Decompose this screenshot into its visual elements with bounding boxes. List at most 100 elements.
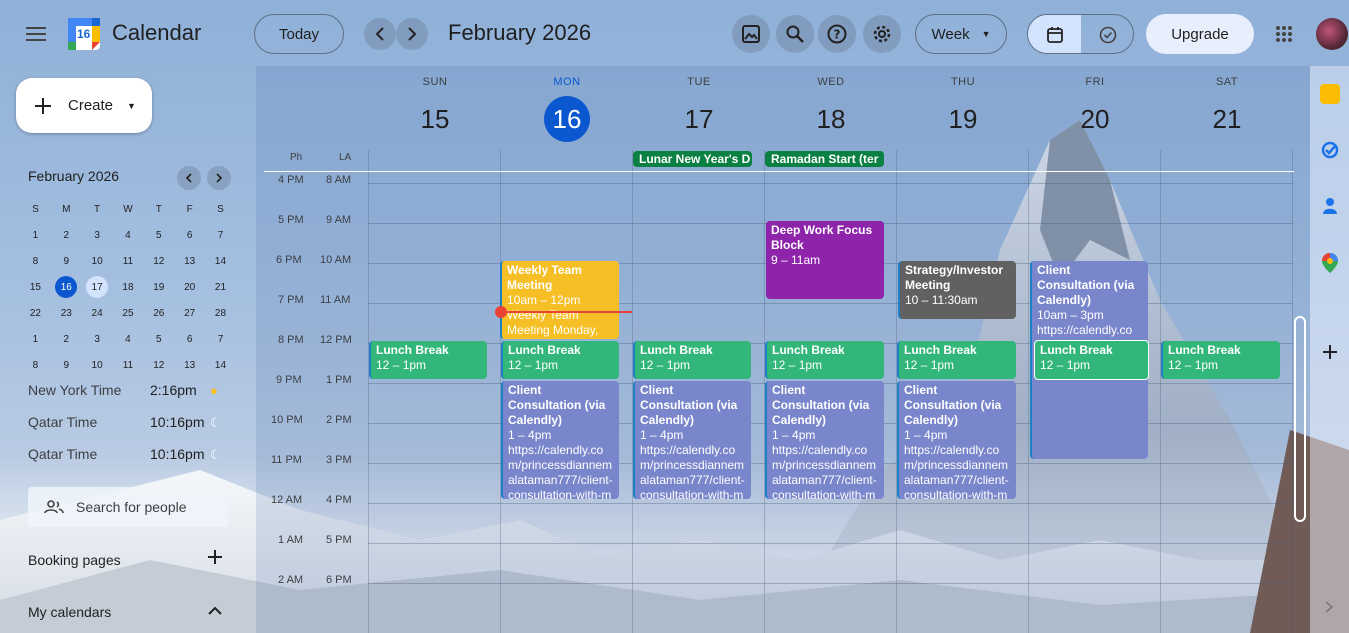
mini-day[interactable]: 7 <box>205 326 236 352</box>
mini-day[interactable]: 2 <box>51 222 82 248</box>
mini-day[interactable]: 15 <box>20 274 51 300</box>
event-lunch-break-sat[interactable]: Lunch Break 12 – 1pm <box>1161 341 1280 379</box>
allday-event-lunar-new-year[interactable]: Lunar New Year's D <box>633 151 752 167</box>
event-client-consultation-tue[interactable]: Client Consultation (via Calendly) 1 – 4… <box>633 381 751 499</box>
mini-day[interactable]: 5 <box>143 326 174 352</box>
collapse-my-calendars-button[interactable] <box>208 603 226 621</box>
event-strategy-investor-meeting[interactable]: Strategy/Investor Meeting 10 – 11:30am <box>898 261 1016 319</box>
event-lunch-break-thu[interactable]: Lunch Break 12 – 1pm <box>897 341 1016 379</box>
mini-day[interactable]: 4 <box>113 222 144 248</box>
mini-day[interactable]: 3 <box>82 326 113 352</box>
event-client-consultation-mon[interactable]: Client Consultation (via Calendly) 1 – 4… <box>501 381 619 499</box>
prev-week-button[interactable] <box>364 18 396 50</box>
mini-day[interactable]: 26 <box>143 300 174 326</box>
mini-day[interactable]: 2 <box>51 326 82 352</box>
next-week-button[interactable] <box>396 18 428 50</box>
event-client-consultation-wed[interactable]: Client Consultation (via Calendly) 1 – 4… <box>765 381 884 499</box>
view-selector[interactable]: Week ▼ <box>915 14 1007 54</box>
mini-day-number: 18 <box>122 281 134 293</box>
mini-day[interactable]: 14 <box>205 352 236 378</box>
search-people-input[interactable]: Search for people <box>28 487 228 527</box>
calendar-view-toggle[interactable] <box>1028 15 1081 53</box>
background-image-button[interactable] <box>732 15 770 53</box>
mini-day[interactable]: 28 <box>205 300 236 326</box>
mini-day[interactable]: 17 <box>82 274 113 300</box>
mini-day[interactable]: 13 <box>174 248 205 274</box>
mini-day[interactable]: 24 <box>82 300 113 326</box>
mini-day[interactable]: 8 <box>20 248 51 274</box>
mini-day[interactable]: 20 <box>174 274 205 300</box>
calendar-scrollbar-thumb[interactable] <box>1294 316 1306 522</box>
mini-day[interactable]: 14 <box>205 248 236 274</box>
day-header-fri[interactable]: FRI 20 <box>1029 76 1161 142</box>
mini-day-number: 7 <box>217 333 224 345</box>
mini-day-number: 2 <box>63 333 70 345</box>
mini-day[interactable]: 12 <box>143 248 174 274</box>
mini-day[interactable]: 22 <box>20 300 51 326</box>
tasks-view-toggle[interactable] <box>1081 15 1133 53</box>
event-lunch-break-mon[interactable]: Lunch Break 12 – 1pm <box>501 341 619 379</box>
day-date: 21 <box>1212 104 1242 134</box>
today-button[interactable]: Today <box>254 14 344 54</box>
event-lunch-break-wed[interactable]: Lunch Break 12 – 1pm <box>765 341 884 379</box>
day-header-sun[interactable]: SUN 15 <box>369 76 501 142</box>
mini-day[interactable]: 16 <box>51 274 82 300</box>
expand-side-panel-icon[interactable] <box>1324 600 1336 614</box>
allday-event-ramadan-start[interactable]: Ramadan Start (ter <box>765 151 884 167</box>
mini-day[interactable]: 7 <box>205 222 236 248</box>
upgrade-button[interactable]: Upgrade <box>1146 14 1254 54</box>
mini-day[interactable]: 11 <box>113 248 144 274</box>
apps-grid-button[interactable] <box>1266 16 1302 52</box>
mini-day[interactable]: 12 <box>143 352 174 378</box>
day-header-thu[interactable]: THU 19 <box>897 76 1029 142</box>
mini-day[interactable]: 25 <box>113 300 144 326</box>
mini-day[interactable]: 27 <box>174 300 205 326</box>
booking-pages-heading[interactable]: Booking pages <box>28 552 121 568</box>
mini-day[interactable]: 21 <box>205 274 236 300</box>
contacts-icon[interactable] <box>1320 196 1340 216</box>
mini-day[interactable]: 6 <box>174 326 205 352</box>
help-button[interactable]: ? <box>818 15 856 53</box>
day-header-sat[interactable]: SAT 21 <box>1161 76 1293 142</box>
mini-day[interactable]: 19 <box>143 274 174 300</box>
get-addons-plus-icon[interactable] <box>1321 343 1339 361</box>
event-lunch-break-tue[interactable]: Lunch Break 12 – 1pm <box>633 341 751 379</box>
event-weekly-team-meeting[interactable]: Weekly Team Meeting 10am – 12pm Weekly T… <box>500 261 619 339</box>
mini-day[interactable]: 5 <box>143 222 174 248</box>
mini-day[interactable]: 13 <box>174 352 205 378</box>
mini-day[interactable]: 1 <box>20 326 51 352</box>
account-avatar[interactable] <box>1316 18 1348 50</box>
day-header-mon[interactable]: MON 16 <box>501 76 633 142</box>
event-lunch-break-sun[interactable]: Lunch Break 12 – 1pm <box>369 341 487 379</box>
mini-day[interactable]: 6 <box>174 222 205 248</box>
event-lunch-break-fri[interactable]: Lunch Break 12 – 1pm <box>1034 340 1149 380</box>
mini-day[interactable]: 23 <box>51 300 82 326</box>
tasks-icon[interactable] <box>1320 140 1340 160</box>
calendar-logo[interactable]: 16 <box>68 18 100 50</box>
keep-icon[interactable] <box>1320 84 1340 104</box>
event-deep-work-focus-block[interactable]: Deep Work Focus Block 9 – 11am <box>766 221 884 299</box>
my-calendars-heading[interactable]: My calendars <box>28 604 111 620</box>
main-menu-icon[interactable] <box>18 16 54 52</box>
mini-day[interactable]: 3 <box>82 222 113 248</box>
search-button[interactable] <box>776 15 814 53</box>
mini-day[interactable]: 4 <box>113 326 144 352</box>
mini-day[interactable]: 11 <box>113 352 144 378</box>
mini-next-month-button[interactable] <box>207 166 231 190</box>
event-client-consultation-thu[interactable]: Client Consultation (via Calendly) 1 – 4… <box>897 381 1016 499</box>
mini-day[interactable]: 9 <box>51 352 82 378</box>
add-booking-page-button[interactable] <box>206 548 226 568</box>
mini-day[interactable]: 8 <box>20 352 51 378</box>
day-header-wed[interactable]: WED 18 <box>765 76 897 142</box>
mini-day[interactable]: 10 <box>82 352 113 378</box>
settings-button[interactable] <box>863 15 901 53</box>
mini-prev-month-button[interactable] <box>177 166 201 190</box>
mini-day[interactable]: 1 <box>20 222 51 248</box>
mini-day[interactable]: 18 <box>113 274 144 300</box>
day-header-tue[interactable]: TUE 17 <box>633 76 765 142</box>
mini-day[interactable]: 9 <box>51 248 82 274</box>
create-button[interactable]: Create ▼ <box>16 78 152 133</box>
mini-day[interactable]: 10 <box>82 248 113 274</box>
day-date: 19 <box>948 104 978 134</box>
maps-icon[interactable] <box>1320 252 1340 274</box>
